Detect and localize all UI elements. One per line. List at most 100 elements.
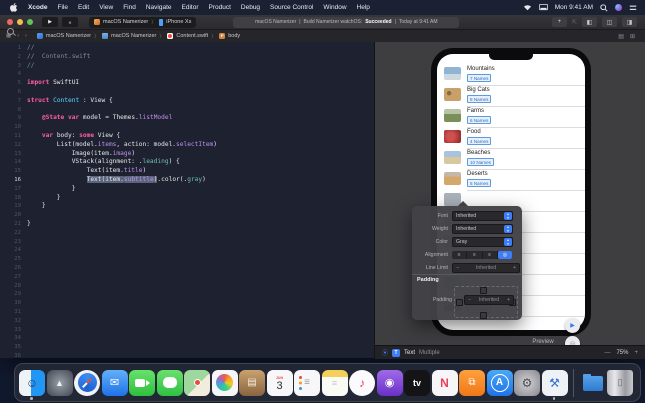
display-mirroring-icon[interactable]: [539, 4, 548, 11]
row-subtitle-selected[interactable]: 4 Names: [467, 137, 491, 145]
row-subtitle-selected[interactable]: 8 Names: [467, 95, 491, 103]
siri-icon[interactable]: [615, 4, 622, 11]
code-token: gray: [187, 176, 202, 183]
stepper-minus[interactable]: −: [456, 265, 459, 271]
menu-item-view[interactable]: View: [94, 4, 118, 11]
run-button[interactable]: ▶: [42, 17, 58, 27]
dock-launchpad-icon[interactable]: ▲: [47, 370, 73, 396]
code-token: Text(item.: [27, 167, 124, 174]
dock-tv-icon[interactable]: tv: [404, 370, 430, 396]
weight-dropdown[interactable]: Inherited▲▼: [452, 224, 513, 234]
dock-news-icon[interactable]: N: [432, 370, 458, 396]
scheme-device-name: iPhone Xs: [166, 19, 191, 25]
menu-item-debug[interactable]: Debug: [236, 4, 265, 11]
padding-leading-checkbox[interactable]: [456, 299, 463, 306]
stepper-minus[interactable]: −: [468, 297, 471, 303]
padding-stepper[interactable]: −Inherited+: [464, 295, 514, 305]
dock-reminders-icon[interactable]: ≡: [294, 370, 320, 396]
wifi-icon[interactable]: [523, 4, 532, 11]
code-token: , action: model.: [116, 141, 176, 148]
app-icon: [37, 33, 43, 39]
code-token: var: [68, 114, 79, 121]
stop-button[interactable]: ■: [62, 17, 78, 27]
dock-downloads-icon[interactable]: [580, 370, 606, 396]
breadcrumb-item[interactable]: macOS Namerizer: [46, 33, 91, 39]
dock-music-icon[interactable]: ♪: [349, 370, 375, 396]
align-left-icon[interactable]: ≡: [452, 251, 467, 259]
dock-books-icon[interactable]: ⧉: [459, 370, 485, 396]
add-editor-icon[interactable]: ⊞: [630, 33, 635, 40]
navigator-panel-toggle[interactable]: ◧: [582, 17, 597, 27]
back-button[interactable]: ‹: [17, 33, 19, 39]
pin-preview-button[interactable]: ◎: [565, 336, 580, 345]
zoom-out-button[interactable]: —: [604, 350, 610, 356]
scheme-selector[interactable]: macOS Namerizer 〉 iPhone Xs: [89, 17, 196, 28]
row-subtitle-selected[interactable]: 10 Names: [467, 158, 494, 166]
align-center-icon[interactable]: ≡: [467, 251, 482, 259]
menu-item-xcode[interactable]: Xcode: [23, 4, 53, 11]
menu-item-source-control[interactable]: Source Control: [265, 4, 318, 11]
dock-contacts-icon[interactable]: ▤: [239, 370, 265, 396]
dock-calendar-icon[interactable]: JUN3: [267, 370, 293, 396]
stepper-plus[interactable]: +: [513, 265, 516, 271]
code-content: //// Content.swift//import SwiftUIstruct…: [27, 42, 374, 358]
selection-pin-icon[interactable]: ⦿: [382, 348, 388, 357]
menu-item-help[interactable]: Help: [352, 4, 375, 11]
dock-maps-icon[interactable]: [184, 370, 210, 396]
font-dropdown[interactable]: Inherited▲▼: [452, 211, 513, 221]
padding-top-checkbox[interactable]: [480, 287, 487, 294]
menu-item-find[interactable]: Find: [118, 4, 141, 11]
notification-center-icon[interactable]: [629, 4, 637, 12]
color-dropdown[interactable]: Gray▲▼: [452, 237, 513, 247]
dock-xcode-icon[interactable]: ⚒: [542, 370, 568, 396]
line-limit-stepper[interactable]: −Inherited+: [452, 263, 520, 273]
dock-prefs-icon[interactable]: ⚙: [514, 370, 540, 396]
alignment-segmented-control[interactable]: ≡≡≡◎: [452, 251, 512, 259]
menu-item-window[interactable]: Window: [318, 4, 351, 11]
inspector-panel-toggle[interactable]: ◨: [622, 17, 637, 27]
menu-clock[interactable]: Mon 9:41 AM: [555, 4, 593, 11]
library-add-button[interactable]: +: [552, 17, 567, 27]
dock-trash-icon[interactable]: ▯: [607, 370, 633, 396]
zoom-in-button[interactable]: +: [634, 350, 638, 356]
dock-mail-icon[interactable]: ✉: [102, 370, 128, 396]
dock-messages-icon[interactable]: [157, 370, 183, 396]
dock-podcasts-icon[interactable]: ◉: [377, 370, 403, 396]
breadcrumb-item[interactable]: macOS Namerizer: [111, 33, 156, 39]
menu-item-edit[interactable]: Edit: [73, 4, 94, 11]
code-editor[interactable]: 1234567891011121314151617181920212223242…: [0, 42, 374, 358]
adjust-editor-icon[interactable]: ▤: [618, 33, 624, 40]
apple-menu-icon[interactable]: [5, 3, 23, 12]
editor-options-icon[interactable]: ⇱: [572, 19, 577, 26]
spotlight-search-icon[interactable]: [600, 4, 608, 12]
breadcrumb-item[interactable]: body: [228, 33, 240, 39]
menu-item-navigate[interactable]: Navigate: [141, 4, 177, 11]
menu-item-product[interactable]: Product: [203, 4, 235, 11]
code-token: [27, 176, 87, 183]
line-number: 33: [0, 326, 27, 335]
dock-facetime-icon[interactable]: [129, 370, 155, 396]
align-inherit-icon[interactable]: ◎: [498, 251, 512, 259]
row-subtitle-selected[interactable]: 5 Names: [467, 179, 491, 187]
zoom-level[interactable]: 75%: [616, 350, 628, 356]
padding-bottom-checkbox[interactable]: [480, 312, 487, 319]
dock-finder-icon[interactable]: ☺: [19, 370, 45, 396]
dock-notes-icon[interactable]: ≡: [322, 370, 348, 396]
dock-photos-icon[interactable]: [212, 370, 238, 396]
debug-panel-toggle[interactable]: ◫: [602, 17, 617, 27]
row-subtitle-selected[interactable]: 7 Names: [467, 74, 491, 82]
dock-appstore-icon[interactable]: A: [487, 370, 513, 396]
align-right-icon[interactable]: ≡: [483, 251, 498, 259]
dock-safari-icon[interactable]: [74, 370, 100, 396]
breadcrumb-item[interactable]: Content.swift: [176, 33, 208, 39]
stepper-plus[interactable]: +: [507, 297, 510, 303]
close-window-button[interactable]: [7, 19, 13, 25]
row-subtitle-selected[interactable]: 6 Names: [467, 116, 491, 124]
line-number: 20: [0, 211, 27, 220]
minimize-window-button[interactable]: [17, 19, 23, 25]
menu-item-file[interactable]: File: [53, 4, 73, 11]
live-preview-button[interactable]: ▶: [565, 318, 580, 333]
menu-item-editor[interactable]: Editor: [177, 4, 204, 11]
forward-button[interactable]: ›: [25, 33, 27, 39]
zoom-window-button[interactable]: [27, 19, 33, 25]
